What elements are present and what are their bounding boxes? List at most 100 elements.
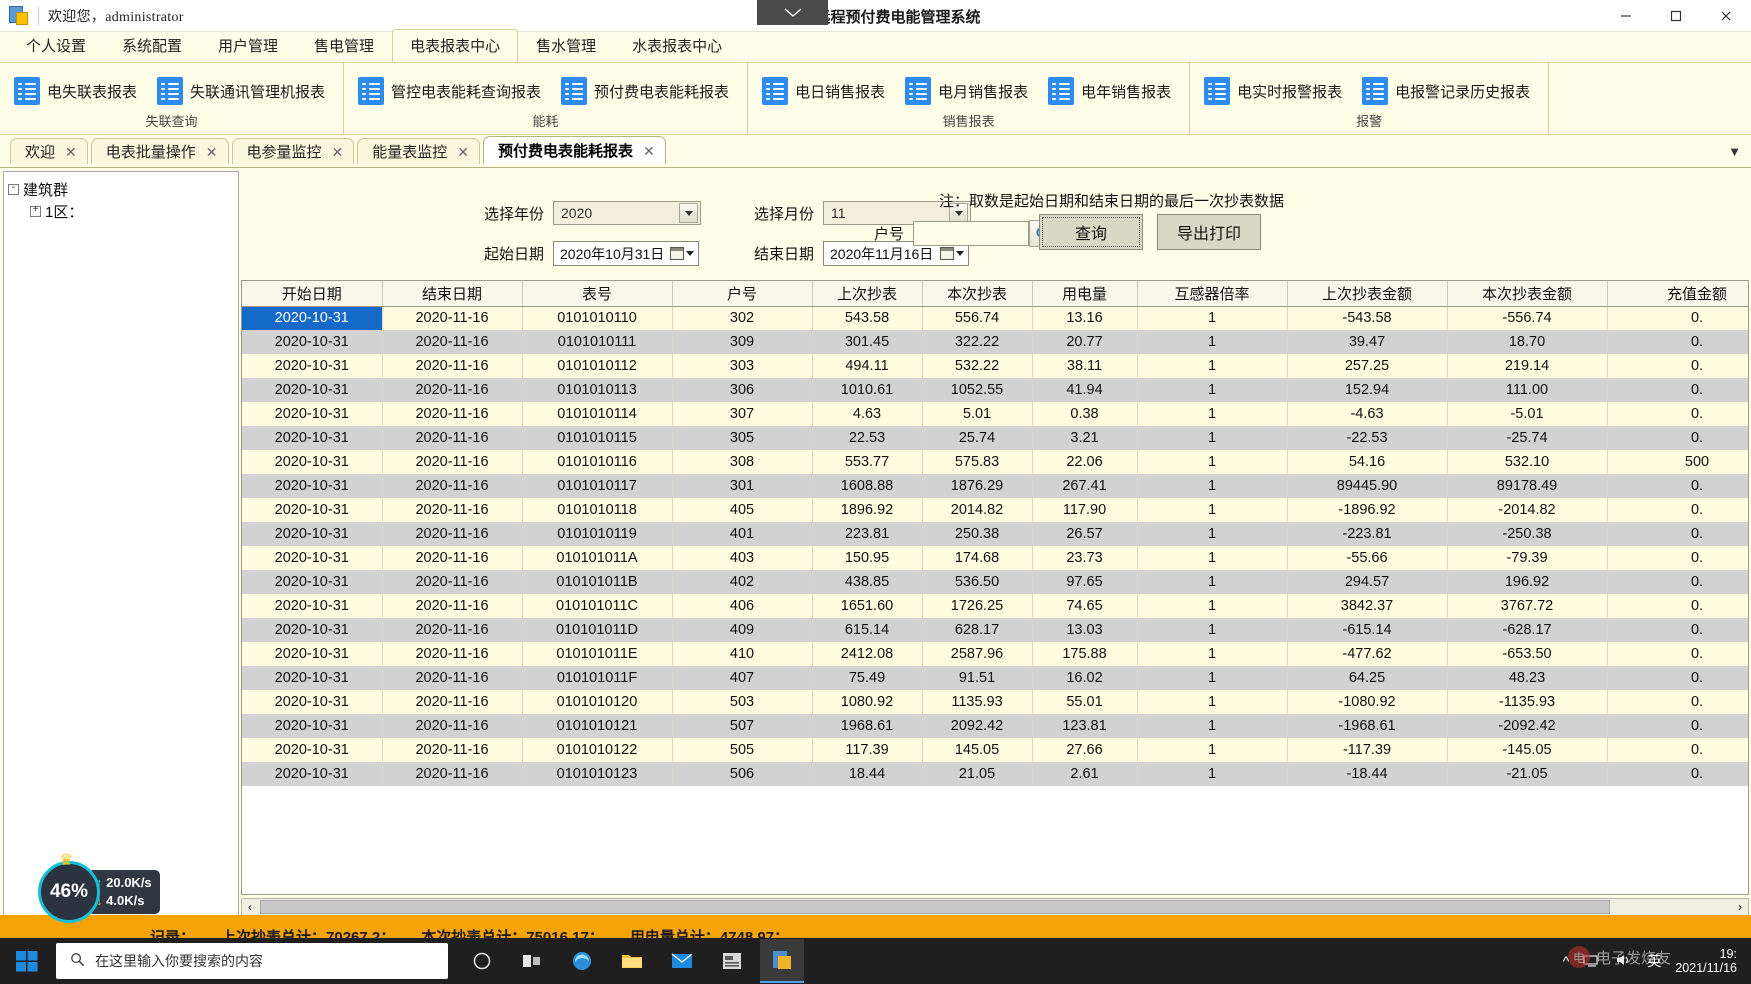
menu-item-water-sales[interactable]: 售水管理 xyxy=(518,29,614,62)
table-cell[interactable]: 2020-10-31 xyxy=(242,474,383,498)
table-cell[interactable]: 2020-11-16 xyxy=(382,618,523,642)
table-cell[interactable]: 2020-11-16 xyxy=(382,450,523,474)
table-row[interactable]: 2020-10-31 2020-11-16 0101010111 309 301.45 3… xyxy=(242,330,1748,354)
table-cell[interactable]: 010101011C xyxy=(522,594,673,618)
tab-overflow-icon[interactable]: ▼ xyxy=(1728,144,1741,159)
table-cell[interactable]: 2020-11-16 xyxy=(382,522,523,546)
ribbon-button-daily-sales-report[interactable]: 电日销售报表 xyxy=(756,73,895,109)
table-row[interactable]: 2020-10-31 2020-11-16 0101010114 307 4.63 5.0… xyxy=(242,402,1748,426)
close-icon[interactable]: ✕ xyxy=(65,145,77,159)
table-cell[interactable]: 22.06 xyxy=(1032,450,1138,474)
table-cell[interactable]: 0. xyxy=(1607,666,1748,690)
table-cell[interactable]: -18.44 xyxy=(1287,762,1448,786)
table-cell[interactable]: 575.83 xyxy=(922,450,1033,474)
table-cell[interactable]: 1651.60 xyxy=(812,594,923,618)
table-cell[interactable]: 2020-11-16 xyxy=(382,690,523,714)
table-cell[interactable]: 536.50 xyxy=(922,570,1033,594)
table-cell[interactable]: 1 xyxy=(1137,714,1288,738)
table-cell[interactable]: 219.14 xyxy=(1447,354,1608,378)
table-cell[interactable]: -22.53 xyxy=(1287,426,1448,450)
year-select[interactable]: 2020 xyxy=(553,201,702,225)
ribbon-button-prepaid-meter-energy-report[interactable]: 预付费电表能耗报表 xyxy=(555,73,739,109)
tree-expander-icon[interactable]: + xyxy=(30,205,41,217)
menu-item-personal[interactable]: 个人设置 xyxy=(8,29,104,62)
table-cell[interactable]: 27.66 xyxy=(1032,738,1138,762)
table-cell[interactable]: 2.61 xyxy=(1032,762,1138,786)
table-cell[interactable]: 3.21 xyxy=(1032,426,1138,450)
table-cell[interactable]: 505 xyxy=(672,738,813,762)
table-cell[interactable]: 89445.90 xyxy=(1287,474,1448,498)
table-cell[interactable]: 267.41 xyxy=(1032,474,1138,498)
edge-icon[interactable] xyxy=(560,939,604,983)
table-cell[interactable]: 1 xyxy=(1137,570,1288,594)
table-cell[interactable]: 532.22 xyxy=(922,354,1033,378)
table-cell[interactable]: 223.81 xyxy=(812,522,923,546)
table-cell[interactable]: 1876.29 xyxy=(922,474,1033,498)
table-cell[interactable]: 250.38 xyxy=(922,522,1033,546)
table-cell[interactable]: -250.38 xyxy=(1447,522,1608,546)
table-cell[interactable]: -21.05 xyxy=(1447,762,1608,786)
table-cell[interactable]: 0101010120 xyxy=(522,690,673,714)
table-cell[interactable]: 2020-11-16 xyxy=(382,306,523,330)
table-cell[interactable]: 322.22 xyxy=(922,330,1033,354)
table-cell[interactable]: 1726.25 xyxy=(922,594,1033,618)
table-row[interactable]: 2020-10-31 2020-11-16 010101011F 407 75.49 91… xyxy=(242,666,1748,690)
table-cell[interactable]: -4.63 xyxy=(1287,402,1448,426)
table-cell[interactable]: -628.17 xyxy=(1447,618,1608,642)
table-cell[interactable]: 0. xyxy=(1607,306,1748,330)
table-cell[interactable]: 0101010123 xyxy=(522,762,673,786)
scrollbar-thumb[interactable] xyxy=(260,900,1610,914)
table-cell[interactable]: 2020-11-16 xyxy=(382,546,523,570)
table-cell[interactable]: 1 xyxy=(1137,426,1288,450)
table-cell[interactable]: 1 xyxy=(1137,378,1288,402)
table-cell[interactable]: 0. xyxy=(1607,522,1748,546)
doc-tab-electrical-params[interactable]: 电参量监控 ✕ xyxy=(231,138,355,164)
table-cell[interactable]: 1 xyxy=(1137,402,1288,426)
table-cell[interactable]: 0101010118 xyxy=(522,498,673,522)
table-cell[interactable]: 0. xyxy=(1607,594,1748,618)
table-cell[interactable]: 010101011E xyxy=(522,642,673,666)
doc-tab-energy-meter-monitor[interactable]: 能量表监控 ✕ xyxy=(357,138,480,164)
table-row[interactable]: 2020-10-31 2020-11-16 0101010110 302 543.58 5… xyxy=(242,306,1748,330)
table-cell[interactable]: 1 xyxy=(1137,330,1288,354)
table-row[interactable]: 2020-10-31 2020-11-16 0101010113 306 1010.61… xyxy=(242,378,1748,402)
grid-horizontal-scrollbar[interactable]: ‹ › xyxy=(241,898,1749,916)
app-active-icon[interactable] xyxy=(760,939,804,983)
col-end-date[interactable]: 结束日期 xyxy=(382,281,523,307)
table-cell[interactable]: 507 xyxy=(672,714,813,738)
table-cell[interactable]: 010101011D xyxy=(522,618,673,642)
table-cell[interactable]: 38.11 xyxy=(1032,354,1138,378)
taskbar-search-box[interactable]: 在这里输入你要搜索的内容 xyxy=(56,943,448,979)
table-cell[interactable]: 150.95 xyxy=(812,546,923,570)
table-cell[interactable]: 18.44 xyxy=(812,762,923,786)
table-cell[interactable]: 1 xyxy=(1137,354,1288,378)
table-cell[interactable]: -1896.92 xyxy=(1287,498,1448,522)
table-cell[interactable]: 2020-11-16 xyxy=(382,570,523,594)
account-input[interactable] xyxy=(913,221,1030,246)
table-cell[interactable]: 1 xyxy=(1137,642,1288,666)
ribbon-button-monthly-sales-report[interactable]: 电月销售报表 xyxy=(899,73,1038,109)
table-cell[interactable]: 2587.96 xyxy=(922,642,1033,666)
table-row[interactable]: 2020-10-31 2020-11-16 010101011C 406 1651.60… xyxy=(242,594,1748,618)
col-account-no[interactable]: 户号 xyxy=(672,281,813,307)
col-current-reading[interactable]: 本次抄表 xyxy=(922,281,1033,307)
table-cell[interactable]: 010101011F xyxy=(522,666,673,690)
table-cell[interactable]: 0101010112 xyxy=(522,354,673,378)
table-cell[interactable]: 64.25 xyxy=(1287,666,1448,690)
table-cell[interactable]: 0101010117 xyxy=(522,474,673,498)
col-last-reading[interactable]: 上次抄表 xyxy=(812,281,923,307)
table-cell[interactable]: 117.39 xyxy=(812,738,923,762)
table-cell[interactable]: 543.58 xyxy=(812,306,923,330)
table-cell[interactable]: 2020-10-31 xyxy=(242,690,383,714)
windows-start-icon[interactable] xyxy=(0,938,54,984)
table-cell[interactable]: 2020-11-16 xyxy=(382,378,523,402)
col-start-date[interactable]: 开始日期 xyxy=(242,281,383,307)
table-cell[interactable]: 21.05 xyxy=(922,762,1033,786)
file-explorer-icon[interactable] xyxy=(610,939,654,983)
table-cell[interactable]: 2020-11-16 xyxy=(382,330,523,354)
calendar-dropdown[interactable] xyxy=(940,247,968,260)
table-cell[interactable]: 41.94 xyxy=(1032,378,1138,402)
table-cell[interactable]: 2020-10-31 xyxy=(242,402,383,426)
table-cell[interactable]: 2020-10-31 xyxy=(242,594,383,618)
table-cell[interactable]: 123.81 xyxy=(1032,714,1138,738)
